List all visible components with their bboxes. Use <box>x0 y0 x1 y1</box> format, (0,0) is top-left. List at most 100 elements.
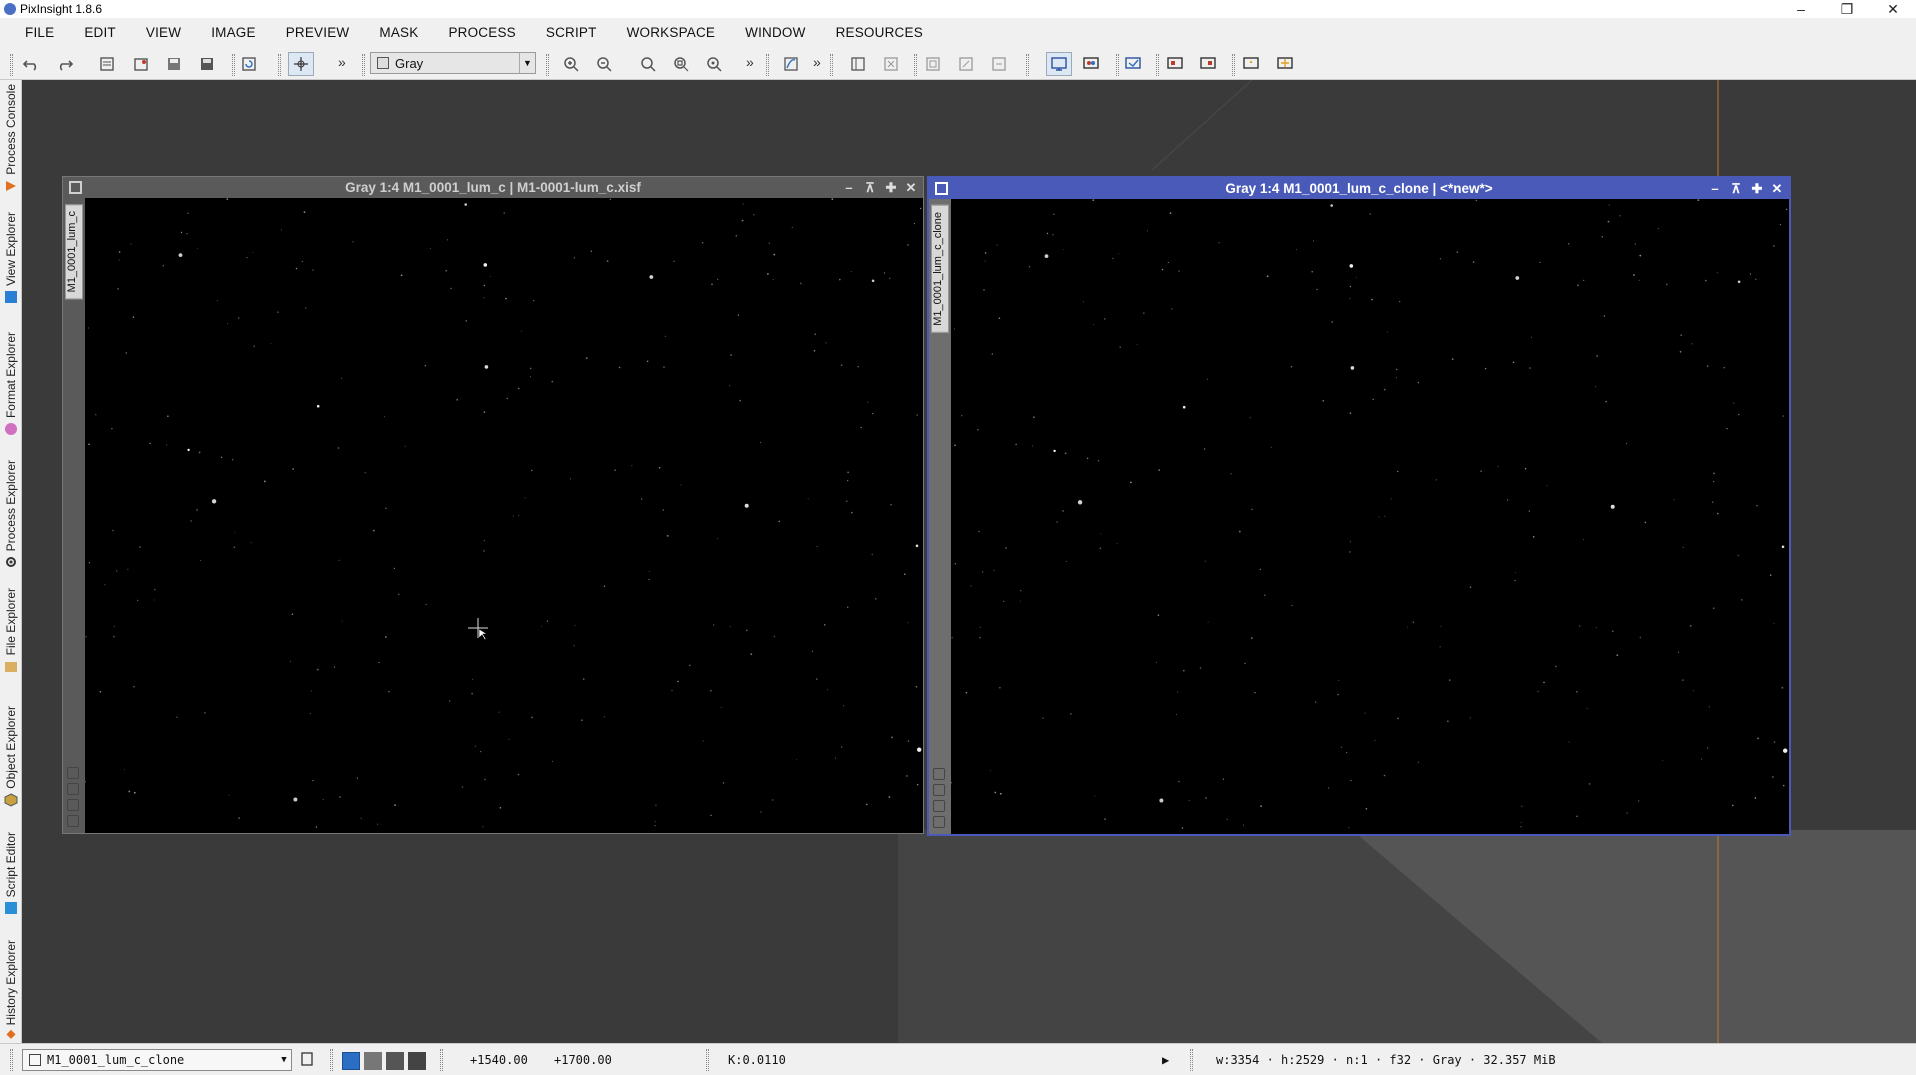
new-preview-icon[interactable] <box>922 54 944 74</box>
tab-script-editor[interactable]: Script Editor <box>0 832 22 932</box>
toolbar-grip[interactable] <box>766 54 769 76</box>
edit-preview-icon[interactable] <box>955 54 977 74</box>
statusbar-grip[interactable] <box>10 1049 13 1071</box>
window-maximize-icon[interactable]: ✚ <box>881 177 901 198</box>
tab-history-explorer[interactable]: History Explorer <box>0 940 22 1040</box>
channel-black-icon[interactable] <box>408 1052 426 1070</box>
identify-view-icon[interactable] <box>933 816 945 828</box>
readout-mode-crosshair-icon[interactable] <box>288 52 314 76</box>
view-options-icon[interactable] <box>296 1049 318 1069</box>
menu-edit[interactable]: EDIT <box>69 18 131 48</box>
tab-process-explorer[interactable]: Process Explorer <box>0 460 22 580</box>
window-minimize-icon[interactable]: – <box>1705 178 1725 199</box>
image-canvas[interactable] <box>951 199 1789 834</box>
menu-resources[interactable]: RESOURCES <box>821 18 938 48</box>
window-close-icon[interactable]: ✕ <box>1767 178 1787 199</box>
shrink-view-icon[interactable] <box>933 784 945 796</box>
clone-view-icon[interactable] <box>933 800 945 812</box>
display-green-icon[interactable] <box>1164 54 1186 74</box>
tab-process-console[interactable]: Process Console <box>0 84 22 204</box>
zoom-to-optimal-icon[interactable] <box>703 54 725 74</box>
tab-format-explorer[interactable]: Format Explorer <box>0 332 22 452</box>
toolbar-grip[interactable] <box>232 54 235 76</box>
toolbar-grip[interactable] <box>1156 54 1159 76</box>
window-close-icon[interactable]: ✕ <box>901 177 921 198</box>
identify-view-icon[interactable] <box>67 815 79 827</box>
toolbar-grip[interactable] <box>1232 54 1235 76</box>
menu-preview[interactable]: PREVIEW <box>271 18 365 48</box>
menu-image[interactable]: IMAGE <box>196 18 271 48</box>
colorspace-select[interactable]: Gray ▼ <box>370 52 536 74</box>
menu-window[interactable]: WINDOW <box>730 18 820 48</box>
fit-view-icon[interactable] <box>67 767 79 779</box>
zoom-1-1-icon[interactable] <box>637 54 659 74</box>
channel-dark-icon[interactable] <box>386 1052 404 1070</box>
save-as-icon[interactable] <box>196 54 218 74</box>
display-channels-icon[interactable] <box>1046 52 1072 76</box>
statusbar-grip[interactable] <box>440 1049 443 1071</box>
delete-preview-icon[interactable] <box>988 54 1010 74</box>
undo-icon[interactable] <box>20 54 42 74</box>
shrink-view-icon[interactable] <box>67 783 79 795</box>
display-luminance-icon[interactable] <box>1240 54 1262 74</box>
toolbar-grip[interactable] <box>830 54 833 76</box>
play-icon[interactable]: ▶ <box>1162 1053 1169 1067</box>
window-minimize-icon[interactable]: – <box>839 177 859 198</box>
tab-view-explorer[interactable]: View Explorer <box>0 212 22 320</box>
toolbar-grip[interactable] <box>1026 54 1029 76</box>
menu-script[interactable]: SCRIPT <box>531 18 612 48</box>
tab-file-explorer[interactable]: File Explorer <box>0 588 22 698</box>
save-icon[interactable] <box>163 54 185 74</box>
chevron-down-icon[interactable]: ▼ <box>519 53 535 73</box>
image-window-original[interactable]: Gray 1:4 M1_0001_lum_c | M1-0001-lum_c.x… <box>62 176 924 834</box>
display-alpha-icon[interactable] <box>1274 54 1296 74</box>
mask-invert-icon[interactable] <box>880 54 902 74</box>
channel-gray-icon[interactable] <box>364 1052 382 1070</box>
screen-transfer-function-icon[interactable] <box>780 54 802 74</box>
display-red-icon[interactable] <box>1122 54 1144 74</box>
image-window-clone[interactable]: Gray 1:4 M1_0001_lum_c_clone | <*new*> –… <box>927 176 1791 836</box>
main-view-tab[interactable]: M1_0001_lum_c_clone <box>931 205 949 333</box>
zoom-out-icon[interactable] <box>593 54 615 74</box>
window-title-bar[interactable]: Gray 1:4 M1_0001_lum_c | M1-0001-lum_c.x… <box>63 177 923 198</box>
menu-process[interactable]: PROCESS <box>433 18 530 48</box>
fit-view-icon[interactable] <box>933 768 945 780</box>
toolbar-overflow-icon[interactable]: » <box>746 54 754 70</box>
menu-mask[interactable]: MASK <box>364 18 433 48</box>
window-title-bar[interactable]: Gray 1:4 M1_0001_lum_c_clone | <*new*> –… <box>929 178 1789 199</box>
menu-view[interactable]: VIEW <box>131 18 196 48</box>
toolbar-grip[interactable] <box>546 54 549 76</box>
close-window-button[interactable]: ✕ <box>1870 0 1916 18</box>
statusbar-grip[interactable] <box>706 1049 709 1071</box>
main-view-tab[interactable]: M1_0001_lum_c <box>65 204 83 300</box>
window-shade-icon[interactable]: ⊼ <box>1726 178 1746 199</box>
menu-workspace[interactable]: WORKSPACE <box>612 18 731 48</box>
toolbar-overflow-icon[interactable]: » <box>813 54 821 70</box>
toolbar-grip[interactable] <box>278 54 281 76</box>
window-shade-icon[interactable]: ⊼ <box>860 177 880 198</box>
redo-icon[interactable] <box>54 54 76 74</box>
toolbar-grip[interactable] <box>914 54 917 76</box>
toolbar-overflow-icon[interactable]: » <box>338 54 346 70</box>
statusbar-grip[interactable] <box>330 1049 333 1071</box>
zoom-in-icon[interactable] <box>560 54 582 74</box>
statusbar-grip[interactable] <box>1190 1049 1193 1071</box>
zoom-fit-icon[interactable] <box>670 54 692 74</box>
display-rgb-icon[interactable] <box>1080 54 1102 74</box>
window-maximize-icon[interactable]: ✚ <box>1747 178 1767 199</box>
display-blue-icon[interactable] <box>1197 54 1219 74</box>
restore-window-button[interactable]: ❐ <box>1824 0 1870 18</box>
toolbar-grip[interactable] <box>10 54 13 76</box>
tab-object-explorer[interactable]: Object Explorer <box>0 706 22 824</box>
new-image-icon[interactable] <box>96 54 118 74</box>
minimize-window-button[interactable]: – <box>1778 0 1824 18</box>
refresh-view-icon[interactable] <box>238 54 260 74</box>
open-file-icon[interactable] <box>130 54 152 74</box>
chevron-down-icon[interactable]: ▼ <box>277 1055 291 1065</box>
clone-view-icon[interactable] <box>67 799 79 811</box>
toolbar-grip[interactable] <box>1116 54 1119 76</box>
view-select[interactable]: M1_0001_lum_c_clone ▼ <box>22 1049 292 1071</box>
mask-visibility-icon[interactable] <box>847 54 869 74</box>
menu-file[interactable]: FILE <box>10 18 69 48</box>
channel-rgb-icon[interactable] <box>342 1052 360 1070</box>
